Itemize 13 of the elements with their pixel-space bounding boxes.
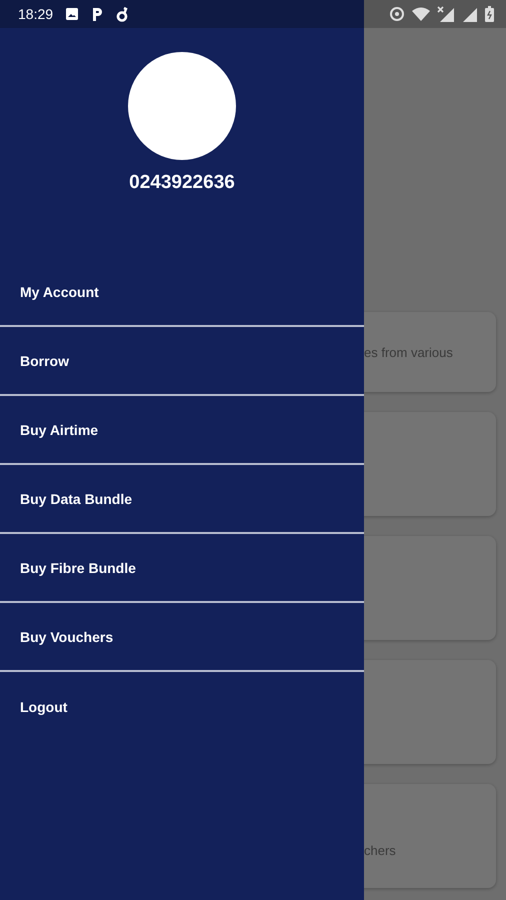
wifi-icon [412,7,430,21]
parking-icon [91,6,104,22]
phone-number: 0243922636 [129,172,235,194]
card-text: chers [364,843,396,858]
no-signal-icon [437,6,455,22]
card-text: es from various [364,344,453,360]
data-saver-icon [389,6,405,22]
signal-icon [462,6,478,22]
image-icon [65,7,80,21]
battery-icon [485,6,494,22]
clock-time: 18:29 [18,6,54,22]
menu-item[interactable]: My Account [0,258,364,327]
menu-item[interactable]: Logout [0,672,364,741]
